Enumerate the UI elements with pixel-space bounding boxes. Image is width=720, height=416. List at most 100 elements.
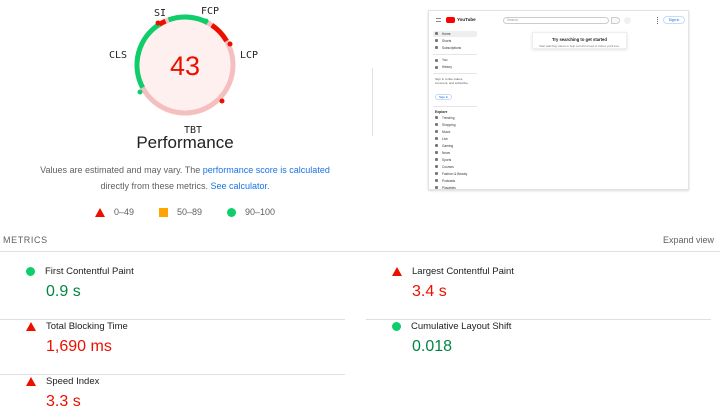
you-icon <box>435 58 438 62</box>
explore-item-label: Podcasts <box>442 178 456 183</box>
sidebar-label: History <box>442 65 452 70</box>
screenshot-explore-item: Gaming <box>433 143 477 149</box>
screenshot-explore-item: Shopping <box>433 122 477 128</box>
vertical-divider <box>372 68 373 136</box>
screenshot-empty-card: Try searching to get started Start watch… <box>532 32 627 49</box>
pass-circle-icon <box>392 321 401 331</box>
explore-item-icon <box>435 172 438 176</box>
explore-item-icon <box>435 179 438 183</box>
screenshot-card-subtitle: Start watching videos to help us build a… <box>539 44 620 48</box>
metric-name: Speed Index <box>46 375 100 387</box>
screenshot-sidebar-item: History <box>433 65 477 71</box>
metric-total-blocking-time: Total Blocking Time 1,690 ms <box>0 320 345 375</box>
explore-item-label: Gaming <box>442 143 454 148</box>
screenshot-topbar: YouTube Search Sign in <box>429 11 688 29</box>
explore-item-icon <box>435 137 438 141</box>
metric-value: 0.9 s <box>46 283 81 300</box>
explore-item-label: Playables <box>442 185 456 190</box>
legend-item-pass: 90–100 <box>227 207 275 217</box>
explore-item-icon <box>435 151 438 155</box>
gauge-dot-cls <box>137 89 143 95</box>
explore-item-icon <box>435 186 438 189</box>
explore-item-label: Trending <box>442 115 455 120</box>
screenshot-explore-item: Podcasts <box>433 178 477 184</box>
legend-item-fail: 0–49 <box>94 207 134 217</box>
metric-value: 1,690 ms <box>46 338 112 355</box>
gauge-dot-tbt <box>219 98 225 104</box>
score-legend: 0–49 50–89 90–100 <box>0 207 370 217</box>
screenshot-sign-in-button: Sign in <box>663 16 685 24</box>
metric-cumulative-layout-shift: Cumulative Layout Shift 0.018 <box>366 320 696 375</box>
see-calculator-link[interactable]: See calculator. <box>210 181 269 191</box>
fail-triangle-icon <box>26 376 36 386</box>
explore-list: Trending Shopping Music Live Gaming News Sport… <box>433 115 477 190</box>
score-calculated-link[interactable]: performance score is calculated <box>203 165 330 175</box>
hamburger-menu-icon <box>436 18 441 22</box>
sidebar-label: Subscriptions <box>442 45 462 50</box>
fail-triangle-icon <box>392 266 402 276</box>
performance-gauge: SI FCP LCP TBT CLS 43 <box>109 6 258 136</box>
explore-item-icon <box>435 144 438 148</box>
circle-icon <box>227 207 236 217</box>
subscriptions-icon <box>435 46 438 50</box>
explore-item-icon <box>435 123 438 127</box>
legend-range-fail: 0–49 <box>113 207 134 217</box>
sidebar-label: Shorts <box>442 38 452 43</box>
gauge-label-lcp: LCP <box>240 50 258 61</box>
sidebar-divider <box>433 73 477 74</box>
screenshot-sidebar-item: Shorts <box>433 38 477 44</box>
explore-item-label: Live <box>442 136 448 141</box>
description-text-2: directly from these metrics. <box>100 181 211 191</box>
sidebar-sign-in-button: Sign in <box>435 94 453 100</box>
screenshot-sidebar-item: Home <box>433 31 477 37</box>
explore-item-label: Shopping <box>442 122 456 127</box>
screenshot-explore-item: Live <box>433 136 477 142</box>
screenshot-logo-text: YouTube <box>457 17 476 22</box>
screenshot-explore-item: News <box>433 150 477 156</box>
screenshot-sidebar: Home Shorts Subscriptions You History Si… <box>433 31 477 190</box>
metrics-title: METRICS <box>3 235 48 245</box>
sidebar-label: You <box>442 58 448 63</box>
final-screenshot[interactable]: YouTube Search Sign in Home Shorts Subsc… <box>428 10 689 190</box>
gauge-dot-fcp <box>203 18 209 24</box>
gauge-label-si: SI <box>154 8 166 19</box>
metrics-header: METRICS Expand view <box>0 230 720 252</box>
metric-speed-index: Speed Index 3.3 s <box>0 375 330 416</box>
explore-heading: Explore <box>435 110 448 114</box>
fail-triangle-icon <box>26 321 36 331</box>
legend-range-average: 50–89 <box>176 207 202 217</box>
performance-score: 43 <box>170 51 200 81</box>
metric-first-contentful-paint: First Contentful Paint 0.9 s <box>0 265 345 320</box>
metric-value: 3.4 s <box>412 283 447 300</box>
microphone-icon <box>624 17 631 24</box>
performance-title: Performance <box>136 133 234 152</box>
expand-view-toggle[interactable]: Expand view <box>663 235 714 245</box>
explore-item-icon <box>435 165 438 169</box>
more-options-icon <box>657 17 659 24</box>
sidebar-divider <box>433 106 477 107</box>
metric-name: Cumulative Layout Shift <box>411 320 512 332</box>
screenshot-explore-item: Courses <box>433 164 477 170</box>
description-text-1: Values are estimated and may vary. The <box>40 165 203 175</box>
gauge-dot-lcp <box>227 41 233 47</box>
sidebar-sign-in-note: Sign in to like videos, comment, and sub… <box>435 77 469 85</box>
screenshot-sidebar-item: Subscriptions <box>433 45 477 51</box>
explore-item-label: Courses <box>442 164 454 169</box>
search-icon <box>611 17 620 24</box>
screenshot-sidebar-item: You <box>433 58 477 64</box>
pass-circle-icon <box>26 266 35 276</box>
explore-item-label: Fashion & Beauty <box>442 171 468 176</box>
explore-item-icon <box>435 130 438 134</box>
triangle-icon <box>94 207 105 217</box>
metric-value: 0.018 <box>412 338 453 355</box>
shorts-icon <box>435 39 438 43</box>
metric-value: 3.3 s <box>46 393 81 410</box>
sidebar-divider <box>433 53 477 55</box>
metric-name: Largest Contentful Paint <box>412 265 514 277</box>
metric-name: Total Blocking Time <box>46 320 128 332</box>
legend-range-pass: 90–100 <box>245 207 276 217</box>
youtube-logo-icon <box>446 17 455 23</box>
gauge-dot-si <box>155 20 161 26</box>
screenshot-card-title: Try searching to get started <box>552 37 607 42</box>
screenshot-explore-item: Playables <box>433 185 477 190</box>
